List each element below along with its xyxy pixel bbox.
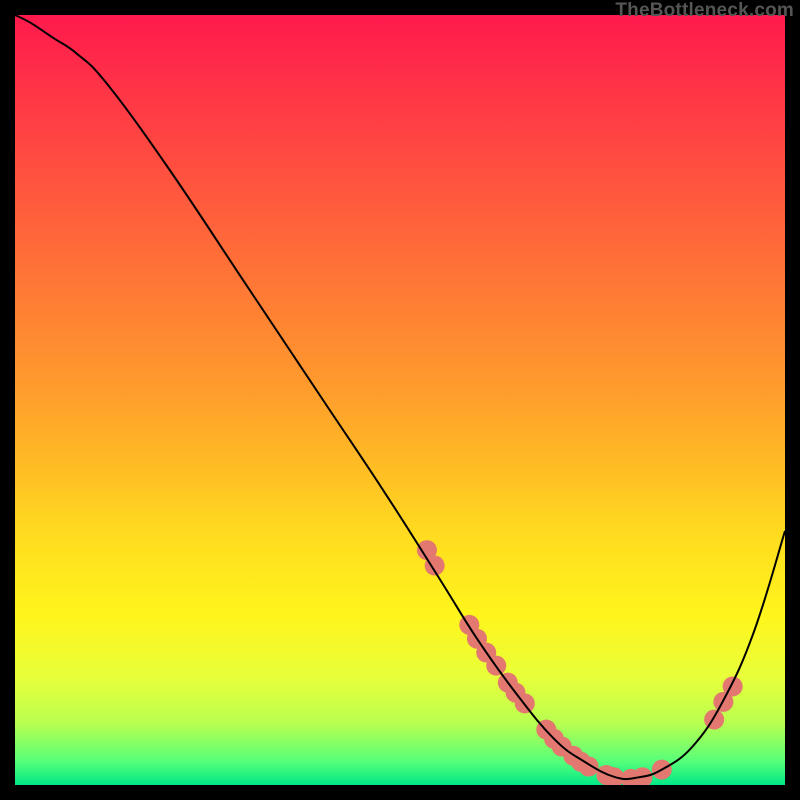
scatter-points — [417, 540, 743, 785]
watermark-text: TheBottleneck.com — [615, 0, 794, 22]
chart-overlay — [15, 15, 785, 785]
curve-line — [15, 15, 785, 779]
data-point — [723, 676, 743, 696]
